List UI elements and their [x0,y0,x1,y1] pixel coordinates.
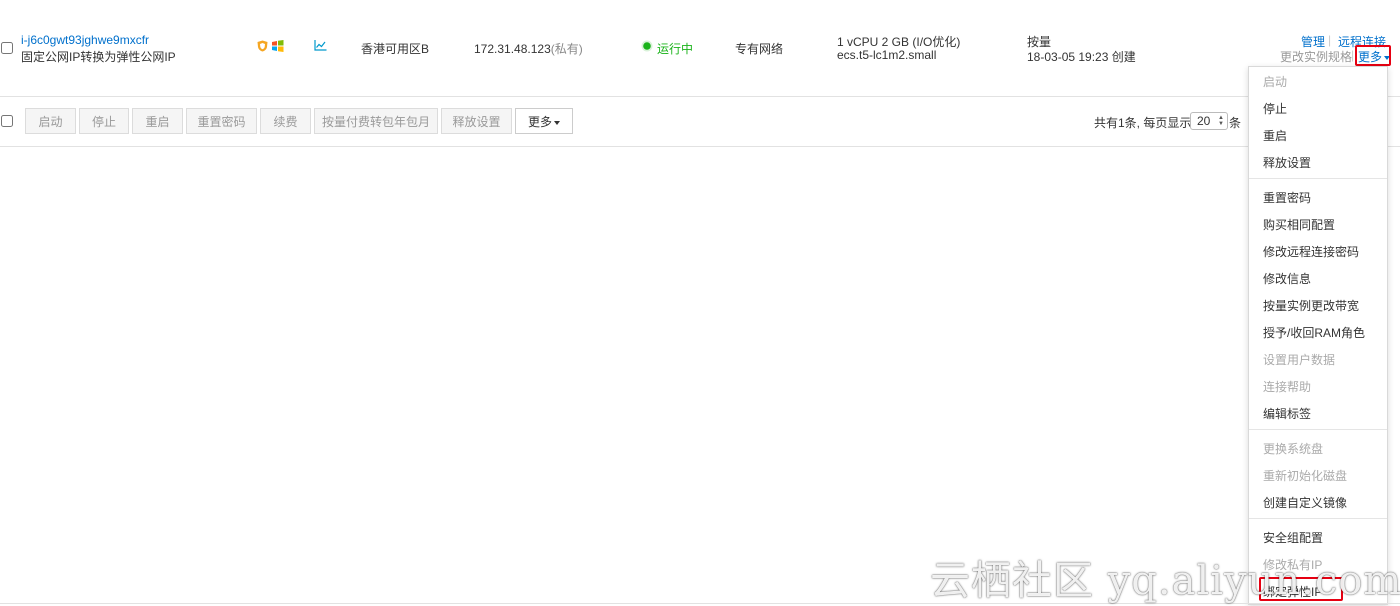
pagination-unit: 条 [1229,116,1242,130]
instance-type: ecs.t5-lc1m2.small [837,48,937,62]
menu-divider [1249,178,1387,179]
monitor-chart-icon[interactable] [314,40,327,51]
menu-item-user-data[interactable]: 设置用户数据 [1263,351,1335,368]
spinner-arrows-icon: ▲ ▼ [1218,115,1224,127]
action-separator: | [1328,33,1332,47]
instance-status: 运行中 [657,42,694,56]
page-size-value: 20 [1197,114,1211,128]
instance-description: 固定公网IP转换为弹性公网IP [21,50,176,64]
watermark: 云栖社区 yq.aliyun.com [930,558,1400,604]
instance-id-link[interactable]: i-j6c0gwt93jghwe9mxcfr [21,33,149,47]
page-size-select[interactable]: 20 ▲ ▼ [1190,112,1228,130]
ip-suffix: (私有) [550,42,583,56]
row-divider [0,96,1400,97]
menu-item-ram-role[interactable]: 授予/收回RAM角色 [1263,324,1365,341]
toolbar-divider [0,146,1400,147]
menu-divider [1249,518,1387,519]
menu-item-modify-info[interactable]: 修改信息 [1263,270,1311,287]
convert-billing-button[interactable]: 按量付费转包年包月 [314,108,438,134]
menu-item-create-image[interactable]: 创建自定义镜像 [1263,494,1347,511]
instance-ip: 172.31.48.123(私有) [474,40,583,57]
instance-checkbox[interactable] [1,42,13,54]
menu-item-replace-system-disk[interactable]: 更换系统盘 [1263,440,1323,457]
start-button[interactable]: 启动 [25,108,76,134]
renew-button[interactable]: 续费 [260,108,311,134]
ip-address: 172.31.48.123 [474,42,551,56]
menu-item-reinit-disk[interactable]: 重新初始化磁盘 [1263,467,1347,484]
menu-item-buy-same-config[interactable]: 购买相同配置 [1263,216,1335,233]
caret-down-icon [554,120,560,125]
menu-item-reset-password[interactable]: 重置密码 [1263,189,1311,206]
creation-time: 18-03-05 19:23 创建 [1027,50,1136,64]
pagination-total: 共有1条, 每页显示: [1094,116,1195,130]
restart-button[interactable]: 重启 [132,108,183,134]
toolbar-more-button[interactable]: 更多 [515,108,573,134]
change-spec-link[interactable]: 更改实例规格 [1280,48,1352,65]
menu-item-connect-help[interactable]: 连接帮助 [1263,378,1311,395]
menu-item-stop[interactable]: 停止 [1263,100,1287,117]
select-all-checkbox[interactable] [1,115,13,127]
menu-item-start[interactable]: 启动 [1263,73,1287,90]
status-running-icon [641,40,653,52]
menu-divider [1249,429,1387,430]
toolbar-more-label: 更多 [527,115,552,129]
menu-item-restart[interactable]: 重启 [1263,127,1287,144]
release-settings-button[interactable]: 释放设置 [441,108,512,134]
instance-network: 专有网络 [735,42,784,56]
instance-zone: 香港可用区B [361,42,430,56]
stop-button[interactable]: 停止 [79,108,129,134]
menu-item-release-settings[interactable]: 释放设置 [1263,154,1311,171]
more-highlight-box [1355,45,1391,66]
menu-item-security-group[interactable]: 安全组配置 [1263,529,1323,546]
menu-item-change-remote-password[interactable]: 修改远程连接密码 [1263,243,1359,260]
more-actions-menu: 启动 停止 重启 释放设置 重置密码 购买相同配置 修改远程连接密码 修改信息 … [1248,66,1388,605]
shield-icon [257,40,268,52]
menu-item-change-bandwidth[interactable]: 按量实例更改带宽 [1263,297,1359,314]
windows-icon [271,40,284,52]
reset-password-button[interactable]: 重置密码 [186,108,257,134]
action-separator-2: | [1351,48,1355,62]
menu-item-edit-tags[interactable]: 编辑标签 [1263,405,1311,422]
